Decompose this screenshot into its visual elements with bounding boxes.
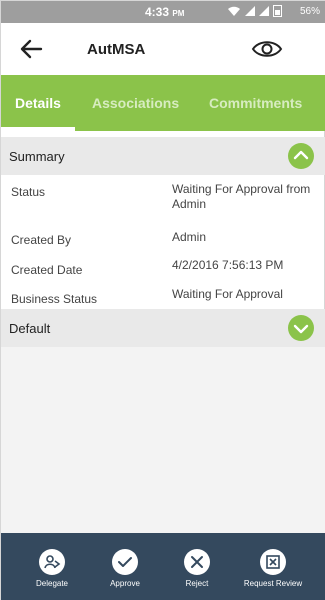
created-by-value: Admin [172, 230, 207, 244]
status-time: 4:33 PM [145, 5, 184, 19]
time-value: 4:33 [145, 5, 170, 19]
top-app-bar: AutMSA [1, 23, 325, 75]
status-label: Status [11, 185, 46, 199]
tab-details[interactable]: Details [15, 95, 61, 111]
created-by-label: Created By [11, 233, 72, 247]
battery-icon [273, 5, 282, 17]
eye-icon[interactable] [251, 37, 283, 61]
x-icon [184, 549, 210, 575]
status-bar: 4:33 PM 56% [1, 1, 325, 23]
delegate-button[interactable]: Delegate [12, 533, 92, 600]
created-date-label: Created Date [11, 263, 83, 277]
empty-content-area [1, 347, 325, 533]
business-status-label: Business Status [11, 292, 98, 306]
default-title: Default [9, 321, 51, 336]
summary-section-header[interactable]: Summary [1, 137, 325, 175]
arrow-left-icon[interactable] [17, 35, 45, 63]
status-icons [227, 5, 282, 17]
tab-associations[interactable]: Associations [92, 95, 179, 111]
expand-toggle[interactable] [288, 315, 314, 341]
collapse-toggle[interactable] [288, 143, 314, 169]
app-screen: 4:33 PM 56% AutMSA Details Associations … [0, 0, 325, 600]
approve-button[interactable]: Approve [85, 533, 165, 600]
reject-button[interactable]: Reject [157, 533, 237, 600]
signal-icon-2 [259, 6, 269, 16]
status-value: Waiting For Approval from Admin [172, 182, 311, 211]
battery-percentage: 56% [300, 6, 321, 17]
approve-label: Approve [110, 579, 140, 588]
check-icon [112, 549, 138, 575]
request-review-label: Request Review [243, 579, 303, 588]
tab-bar: Details Associations Commitments [1, 75, 325, 131]
default-section-header[interactable]: Default [1, 309, 325, 347]
action-bar: Delegate Approve Reject Request Review [1, 533, 325, 600]
tab-commitments[interactable]: Commitments [209, 95, 302, 111]
active-tab-indicator [1, 127, 75, 131]
delegate-icon [39, 549, 65, 575]
chevron-up-icon [293, 150, 309, 160]
business-status-value: Waiting For Approval [172, 287, 283, 301]
chevron-down-icon [293, 324, 309, 334]
request-review-button[interactable]: Request Review [233, 533, 313, 600]
wifi-icon [228, 6, 240, 16]
review-icon [260, 549, 286, 575]
summary-title: Summary [9, 149, 65, 164]
time-ampm: PM [172, 9, 185, 18]
created-date-value: 4/2/2016 7:56:13 PM [172, 258, 284, 272]
signal-icon [245, 6, 255, 16]
reject-label: Reject [185, 579, 209, 588]
delegate-label: Delegate [35, 579, 69, 588]
page-title: AutMSA [87, 41, 146, 58]
